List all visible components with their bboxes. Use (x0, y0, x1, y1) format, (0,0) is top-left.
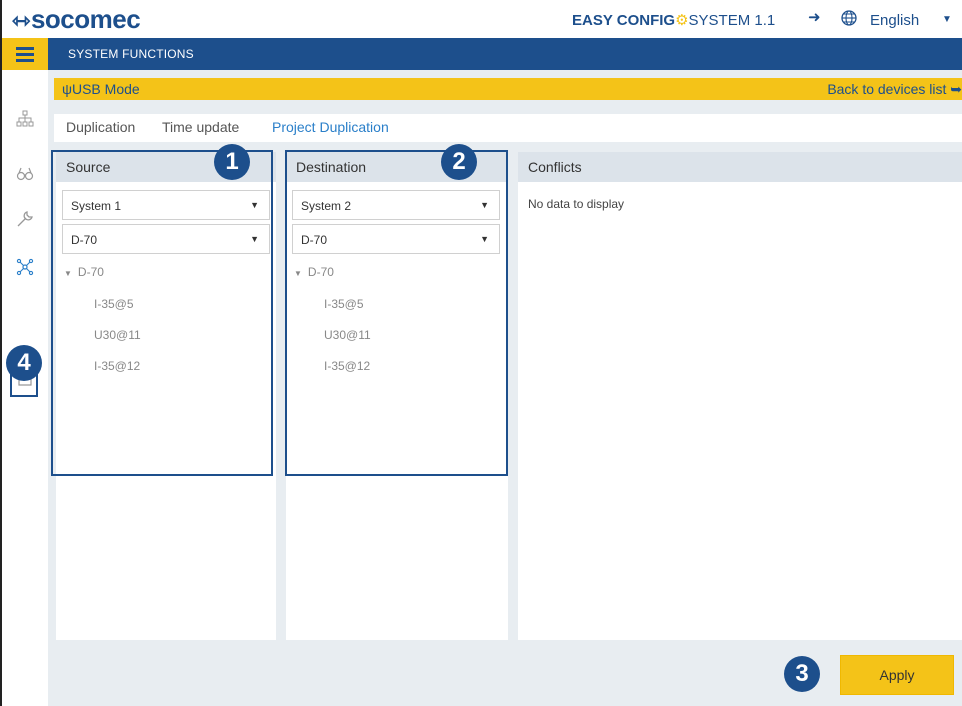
callout-1: 1 (214, 144, 250, 180)
app-title: EASY CONFIG⚙SYSTEM 1.1 (572, 12, 776, 29)
gear-icon: ⚙ (675, 12, 689, 29)
logout-icon[interactable]: ➜ (808, 10, 824, 26)
language-select[interactable]: English (870, 12, 919, 29)
connections-icon[interactable] (14, 256, 36, 278)
socomec-logo: ⇿socomec (12, 4, 141, 34)
conflicts-panel: Conflicts No data to display (518, 152, 962, 640)
callout-2: 2 (441, 144, 477, 180)
tab-time-update[interactable]: Time update (162, 119, 239, 135)
network-icon[interactable] (14, 108, 36, 130)
destination-highlight-box (285, 150, 508, 476)
arrow-circle-icon: ➥ (950, 81, 962, 97)
binoculars-icon[interactable] (14, 163, 36, 185)
usb-mode-label: ψUSB Mode (62, 81, 140, 97)
back-to-devices-link[interactable]: Back to devices list ➥ (827, 81, 962, 98)
top-bar: ⇿socomec EASY CONFIG⚙SYSTEM 1.1 ➜ Englis… (2, 0, 962, 38)
tab-duplication[interactable]: Duplication (66, 119, 135, 135)
tab-bar: Duplication Time update Project Duplicat… (54, 114, 962, 142)
callout-4: 4 (6, 345, 42, 381)
nav-bar: SYSTEM FUNCTIONS (2, 38, 962, 70)
globe-icon[interactable] (840, 9, 858, 27)
menu-icon[interactable] (2, 38, 48, 70)
source-highlight-box (51, 150, 273, 476)
usb-mode-bar: ψUSB Mode Back to devices list ➥ (54, 78, 962, 100)
conflicts-panel-header: Conflicts (518, 152, 962, 182)
no-data-message: No data to display (528, 197, 625, 211)
wrench-icon[interactable] (14, 208, 36, 230)
sidebar (2, 70, 48, 706)
nav-title: SYSTEM FUNCTIONS (68, 47, 194, 61)
tab-project-duplication[interactable]: Project Duplication (272, 119, 389, 135)
usb-icon: ψ (62, 81, 72, 97)
chevron-down-icon[interactable]: ▼ (942, 14, 952, 25)
callout-3: 3 (784, 656, 820, 692)
apply-button[interactable]: Apply (840, 655, 954, 695)
